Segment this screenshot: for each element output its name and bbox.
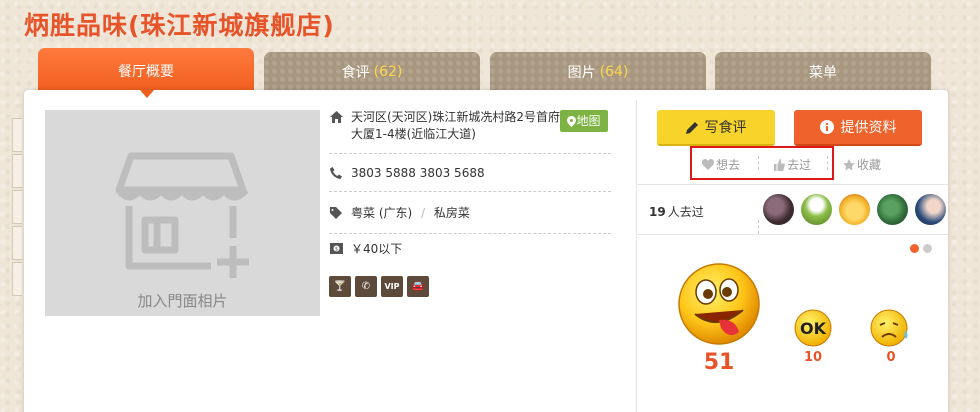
visited-count: 19 人去过: [649, 203, 704, 220]
visited-number: 19: [649, 205, 666, 219]
section-divider-top: [637, 184, 948, 185]
tab-photos-label: 图片: [567, 65, 596, 81]
avatar-user-1[interactable]: [763, 194, 794, 225]
tab-photos[interactable]: 图片 (64): [490, 52, 706, 92]
tab-photos-count: (64): [599, 64, 629, 80]
tab-overview-label: 餐厅概要: [118, 64, 174, 80]
cuisine-link-private-kitchen[interactable]: 私房菜: [434, 206, 470, 220]
tab-reviews[interactable]: 食评 (62): [264, 52, 480, 92]
vip-icon: VIP: [381, 276, 403, 297]
home-icon: [330, 111, 343, 123]
avatar-user-4[interactable]: [877, 194, 908, 225]
address-text: 天河区(天河区)珠江新城冼村路2号首府大厦1-4楼(近临江大道): [351, 110, 560, 141]
highlight-box: [690, 146, 834, 180]
rating-yummy-count: 51: [703, 350, 735, 375]
left-edge-strip: [0, 118, 24, 308]
cuisine-link-cantonese[interactable]: 粤菜 (广东): [351, 206, 412, 220]
cuisine-row: 粤菜 (广东) / 私房菜: [329, 192, 611, 234]
write-review-label: 写食评: [704, 120, 747, 136]
price-text: ￥40以下: [351, 242, 403, 256]
map-button[interactable]: 地图: [560, 110, 608, 132]
tab-reviews-count: (62): [373, 64, 403, 80]
action-separator: [758, 220, 759, 234]
rating-bad-count: 0: [886, 350, 896, 365]
add-photo-label: 加入門面相片: [137, 292, 228, 310]
visited-label: 人去过: [667, 205, 704, 219]
sad-face-icon: [870, 309, 908, 347]
carousel-dots: [910, 244, 932, 253]
parking-car-icon: 🚘: [407, 276, 429, 297]
money-icon: $: [330, 243, 343, 254]
phone-number: 3803 5888 3803 5688: [351, 166, 485, 180]
avatar-user-5[interactable]: [915, 194, 946, 225]
star-icon: [843, 158, 855, 170]
phone-booking-icon: ✆: [355, 276, 377, 297]
storefront-icon: [115, 152, 249, 278]
provide-info-button[interactable]: 提供资料: [794, 110, 922, 146]
favorite-label: 收藏: [857, 158, 882, 172]
tab-reviews-label: 食评: [341, 65, 370, 81]
restaurant-info: 天河区(天河区)珠江新城冼村路2号首府大厦1-4楼(近临江大道) 地图 3803…: [329, 106, 611, 297]
price-row: $ ￥40以下: [329, 234, 611, 264]
map-pin-icon: [567, 115, 577, 127]
column-divider: [636, 100, 637, 412]
address-row: 天河区(天河区)珠江新城冼村路2号首府大厦1-4楼(近临江大道) 地图: [329, 106, 611, 154]
shop-title: 炳胜品味(珠江新城旗舰店): [24, 11, 335, 40]
rating-ok-count: 10: [803, 350, 823, 365]
ok-face-text: OK: [800, 319, 827, 338]
svg-text:$: $: [335, 247, 338, 253]
rating-yummy[interactable]: 51: [677, 262, 761, 375]
phone-row: 3803 5888 3803 5688: [329, 154, 611, 192]
avatar-user-2[interactable]: [801, 194, 832, 225]
provide-info-label: 提供资料: [840, 120, 897, 136]
carousel-dot[interactable]: [923, 244, 932, 253]
rating-ok[interactable]: OK 10: [793, 308, 833, 365]
tab-active-pointer: [140, 90, 154, 98]
tab-menu[interactable]: 菜单: [715, 52, 931, 92]
write-review-button[interactable]: 写食评: [657, 110, 775, 146]
avatar-user-3[interactable]: [839, 194, 870, 225]
section-divider-bottom: [637, 234, 948, 235]
tab-menu-label: 菜单: [809, 65, 837, 81]
info-icon: [819, 120, 834, 134]
tag-icon: [330, 207, 342, 219]
favorite-button[interactable]: 收藏: [843, 156, 881, 173]
restaurant-overview-card: 加入門面相片 天河区(天河区)珠江新城冼村路2号首府大厦1-4楼(近临江大道) …: [24, 90, 948, 412]
tab-overview[interactable]: 餐厅概要: [38, 48, 254, 98]
cuisine-separator: /: [421, 206, 426, 220]
facility-icons: 🍸 ✆ VIP 🚘: [329, 276, 429, 297]
phone-icon: [330, 167, 342, 179]
pencil-icon: [685, 121, 698, 134]
visitor-avatars: [763, 194, 946, 225]
yummy-face-icon: [678, 263, 760, 345]
cocktail-icon: 🍸: [329, 276, 351, 297]
ok-face-icon: OK: [794, 309, 832, 347]
carousel-dot-active[interactable]: [910, 244, 919, 253]
add-storefront-photo[interactable]: 加入門面相片: [45, 110, 320, 316]
rating-bad[interactable]: 0: [869, 308, 913, 365]
map-button-label: 地图: [576, 113, 601, 128]
